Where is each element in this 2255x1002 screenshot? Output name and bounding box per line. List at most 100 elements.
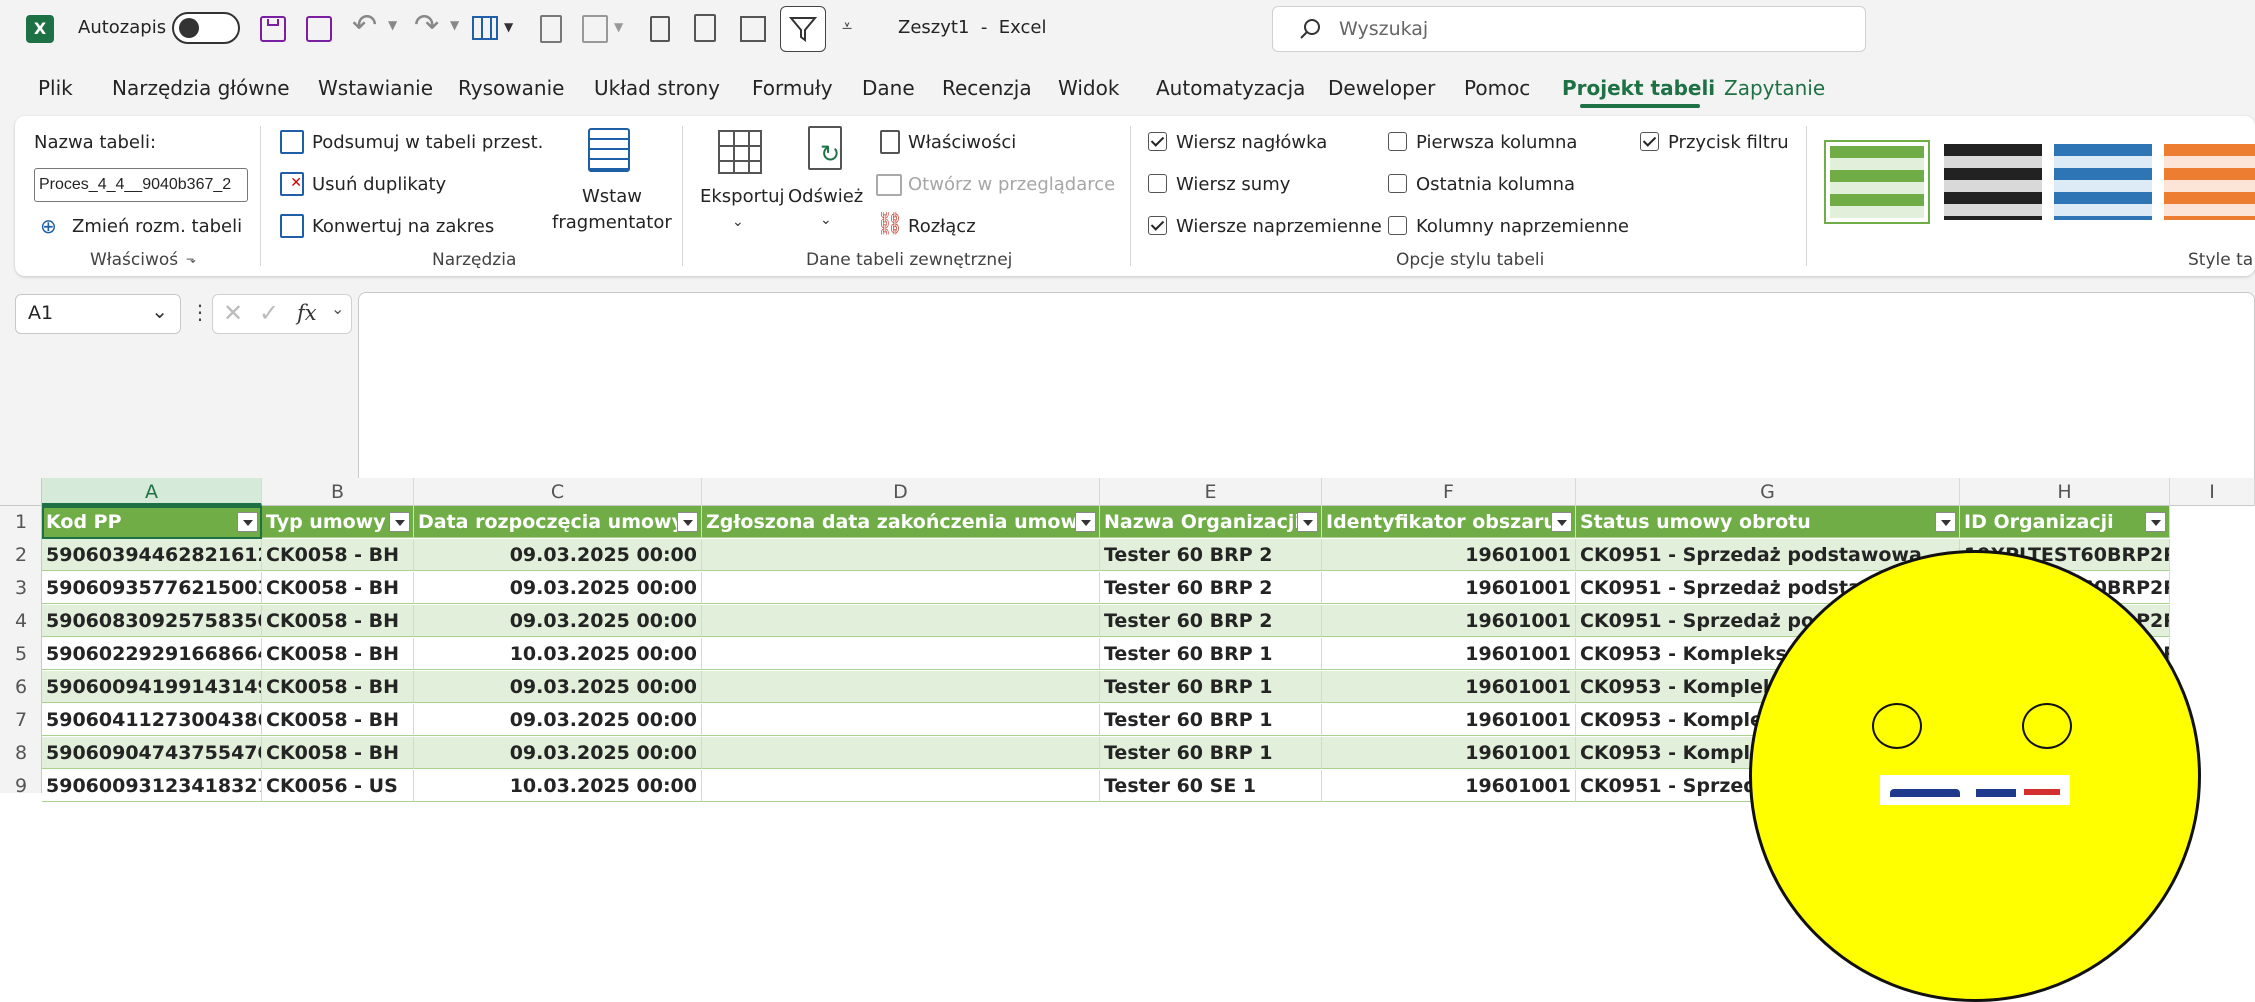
row-header[interactable]: 8 xyxy=(0,737,42,769)
table-cell[interactable]: 09.03.2025 00:00 xyxy=(414,704,702,736)
banded-columns-checkbox[interactable] xyxy=(1388,216,1407,235)
column-header-h[interactable]: H xyxy=(1960,478,2170,506)
tab-table-design[interactable]: Projekt tabeli xyxy=(1562,76,1715,100)
resize-table-button[interactable]: Zmień rozm. tabeli xyxy=(72,216,242,237)
filter-dropdown-icon[interactable] xyxy=(677,512,698,532)
table-style-green[interactable] xyxy=(1824,140,1930,224)
row-header[interactable]: 6 xyxy=(0,671,42,703)
table-cell[interactable]: CK0056 - US xyxy=(262,770,414,802)
table-cell[interactable]: 590609047437554707 xyxy=(42,737,262,769)
redo-icon[interactable]: ↷ xyxy=(414,8,439,43)
column-header-g[interactable]: G xyxy=(1576,478,1960,506)
insert-slicer-line1[interactable]: Wstaw xyxy=(582,186,642,207)
table-cell[interactable]: 590602292916686647 xyxy=(42,638,262,670)
table-cell[interactable]: 19601001 xyxy=(1322,638,1576,670)
filter-dropdown-icon[interactable] xyxy=(237,512,258,532)
format-dropdown-icon[interactable]: ▼ xyxy=(614,20,623,34)
table-header-cell[interactable]: Status umowy obrotu xyxy=(1576,506,1960,538)
convert-to-range-button[interactable]: Konwertuj na zakres xyxy=(312,216,494,237)
remove-duplicates-button[interactable]: Usuń duplikaty xyxy=(312,174,446,195)
refresh-dropdown-icon[interactable]: ⌄ xyxy=(820,212,832,228)
row-header[interactable]: 9 xyxy=(0,770,42,802)
group-launcher-icon[interactable]: ⬎ xyxy=(186,252,196,266)
format-icon[interactable] xyxy=(582,15,608,43)
column-header-c[interactable]: C xyxy=(414,478,702,506)
table-style-gray[interactable] xyxy=(1944,144,2042,220)
column-header-e[interactable]: E xyxy=(1100,478,1322,506)
header-row-checkbox[interactable] xyxy=(1148,132,1167,151)
table-cell[interactable]: CK0058 - BH xyxy=(262,572,414,604)
tab-view[interactable]: Widok xyxy=(1058,76,1119,100)
column-header-f[interactable]: F xyxy=(1322,478,1576,506)
table-cell[interactable]: CK0058 - BH xyxy=(262,671,414,703)
external-properties-button[interactable]: Właściwości xyxy=(908,132,1016,153)
table-cell[interactable]: Tester 60 BRP 1 xyxy=(1100,638,1322,670)
table-header-cell[interactable]: Typ umowy xyxy=(262,506,414,538)
table-cell[interactable]: Tester 60 BRP 2 xyxy=(1100,572,1322,604)
column-header-i[interactable]: I xyxy=(2170,478,2255,506)
refresh-button[interactable]: Odśwież xyxy=(788,186,863,207)
fx-dropdown-icon[interactable]: ⌄ xyxy=(331,299,344,318)
filter-dropdown-icon[interactable] xyxy=(2145,512,2166,532)
tab-query[interactable]: Zapytanie xyxy=(1724,76,1825,100)
cancel-icon[interactable]: ✕ xyxy=(223,299,243,327)
table-cell[interactable]: 19601001 xyxy=(1322,770,1576,802)
list-icon[interactable] xyxy=(650,16,670,42)
table-cell[interactable]: 590604112730043861 xyxy=(42,704,262,736)
column-header-b[interactable]: B xyxy=(262,478,414,506)
table-cell[interactable]: CK0058 - BH xyxy=(262,737,414,769)
table-cell[interactable]: 19601001 xyxy=(1322,605,1576,637)
first-column-checkbox[interactable] xyxy=(1388,132,1407,151)
unlink-button[interactable]: Rozłącz xyxy=(908,216,976,237)
row-header[interactable]: 3 xyxy=(0,572,42,604)
table-cell[interactable]: CK0058 - BH xyxy=(262,605,414,637)
filter-dropdown-icon[interactable] xyxy=(1935,512,1956,532)
table-cell[interactable] xyxy=(702,539,1100,571)
table-style-blue[interactable] xyxy=(2054,144,2152,220)
table-header-cell[interactable]: Zgłoszona data zakończenia umowy xyxy=(702,506,1100,538)
table-cell[interactable]: 590600941991431490 xyxy=(42,671,262,703)
table-style-orange[interactable] xyxy=(2164,144,2255,220)
last-column-checkbox[interactable] xyxy=(1388,174,1407,193)
confirm-icon[interactable]: ✓ xyxy=(259,299,279,327)
table-cell[interactable]: 10.03.2025 00:00 xyxy=(414,770,702,802)
column-header-a[interactable]: A xyxy=(42,478,262,506)
table-cell[interactable]: 590603944628216122 xyxy=(42,539,262,571)
table-cell[interactable]: 09.03.2025 00:00 xyxy=(414,572,702,604)
table-cell[interactable]: 09.03.2025 00:00 xyxy=(414,671,702,703)
tab-review[interactable]: Recenzja xyxy=(942,76,1032,100)
filter-dropdown-icon[interactable] xyxy=(1075,512,1096,532)
table-cell[interactable]: Tester 60 BRP 1 xyxy=(1100,671,1322,703)
table-cell[interactable]: Tester 60 SE 1 xyxy=(1100,770,1322,802)
table-cell[interactable]: 19601001 xyxy=(1322,671,1576,703)
table-cell[interactable]: 19601001 xyxy=(1322,572,1576,604)
paste-icon[interactable] xyxy=(540,15,562,43)
open-in-browser-button[interactable]: Otwórz w przeglądarce xyxy=(908,174,1115,195)
row-header[interactable]: 2 xyxy=(0,539,42,571)
customize-qat-icon[interactable]: ⩡ xyxy=(842,16,852,37)
tab-formulas[interactable]: Formuły xyxy=(752,76,833,100)
table-cell[interactable]: 19601001 xyxy=(1322,704,1576,736)
tab-file[interactable]: Plik xyxy=(38,76,73,100)
table-icon[interactable] xyxy=(472,16,498,40)
autosave-toggle[interactable] xyxy=(172,12,240,44)
more-options-icon[interactable]: ⋮ xyxy=(190,300,210,324)
table-cell[interactable] xyxy=(702,605,1100,637)
banded-rows-checkbox[interactable] xyxy=(1148,216,1167,235)
table-cell[interactable]: 590609357762150032 xyxy=(42,572,262,604)
search-box[interactable]: Wyszukaj xyxy=(1272,6,1866,52)
table-cell[interactable]: 19601001 xyxy=(1322,737,1576,769)
table-cell[interactable] xyxy=(702,572,1100,604)
row-header[interactable]: 1 xyxy=(0,506,42,538)
tab-automate[interactable]: Automatyzacja xyxy=(1156,76,1305,100)
table-cell[interactable]: 09.03.2025 00:00 xyxy=(414,737,702,769)
pivot-small-icon[interactable] xyxy=(740,16,766,42)
undo-icon[interactable]: ↶ xyxy=(352,8,377,43)
tab-insert[interactable]: Wstawianie xyxy=(318,76,433,100)
table-cell[interactable]: 590600931234183279 xyxy=(42,770,262,802)
table-header-cell[interactable]: Identyfikator obszaru xyxy=(1322,506,1576,538)
insert-slicer-line2[interactable]: fragmentator xyxy=(552,212,672,233)
table-name-input[interactable] xyxy=(34,168,248,202)
table-cell[interactable]: 09.03.2025 00:00 xyxy=(414,539,702,571)
table-cell[interactable]: 10.03.2025 00:00 xyxy=(414,638,702,670)
